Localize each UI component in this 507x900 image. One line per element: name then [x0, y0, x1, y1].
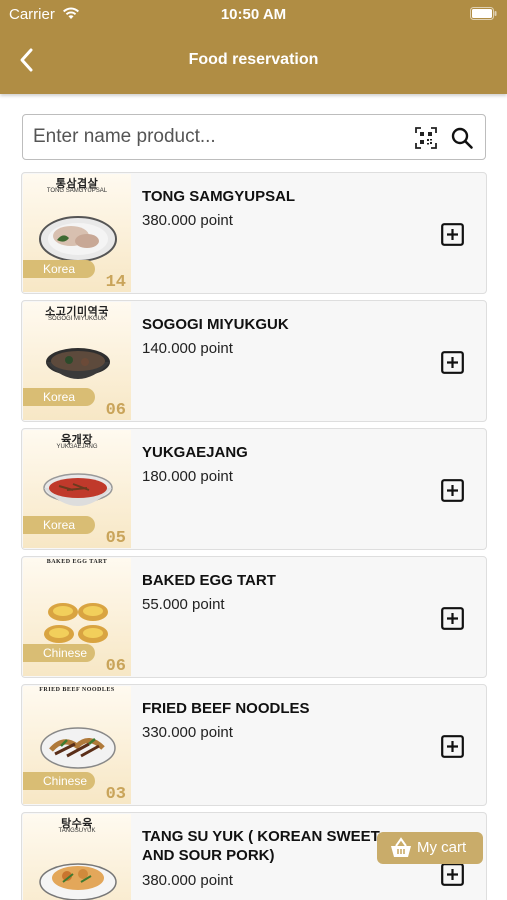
image-number: 14	[105, 273, 126, 292]
product-name: FRIED BEEF NOODLES	[142, 700, 310, 717]
product-image: 소고기미역국 SOGOGI MIYUKGUK Korea 06	[23, 302, 131, 420]
status-time: 10:50 AM	[220, 6, 287, 23]
product-card[interactable]: 통삼겹살 TONG SAMGYUPSAL Korea 14 TONG SAMGY…	[21, 172, 487, 294]
product-image: BAKED EGG TART Chinese 06	[23, 558, 131, 676]
dish-image-icon	[40, 727, 116, 769]
add-to-cart-icon[interactable]	[441, 351, 464, 374]
image-number: 03	[105, 785, 126, 804]
region-tag: Korea	[23, 388, 95, 406]
add-to-cart-icon[interactable]	[441, 735, 464, 758]
dish-image-icon	[39, 216, 117, 262]
product-name: TONG SAMGYUPSAL	[142, 188, 296, 205]
product-image: 통삼겹살 TONG SAMGYUPSAL Korea 14	[23, 174, 131, 292]
dish-image-icon	[43, 473, 113, 506]
image-title: BAKED EGG TART	[46, 559, 108, 565]
add-to-cart-icon[interactable]	[441, 479, 464, 502]
qr-scan-icon[interactable]	[415, 127, 437, 149]
search-icon[interactable]	[450, 126, 474, 150]
image-number: 06	[105, 401, 126, 420]
product-price: 380.000 point	[142, 872, 233, 889]
image-number: 06	[105, 657, 126, 676]
product-card[interactable]: 소고기미역국 SOGOGI MIYUKGUK Korea 06 SOGOGI M…	[21, 300, 487, 422]
add-to-cart-icon[interactable]	[441, 223, 464, 246]
dish-image-icon	[39, 863, 117, 900]
product-name: BAKED EGG TART	[142, 572, 276, 589]
region-tag: Chinese	[23, 772, 95, 790]
product-price: 140.000 point	[142, 340, 233, 357]
image-subtitle: TONG SAMGYUPSAL	[46, 188, 108, 194]
region-tag: Chinese	[23, 644, 95, 662]
page-title: Food reservation	[188, 51, 319, 68]
battery-icon	[470, 7, 497, 20]
image-number: 05	[105, 529, 126, 548]
image-subtitle: TANGSUYUK	[58, 828, 96, 834]
search-bar	[22, 114, 486, 160]
product-name: TANG SU YUK ( KOREAN SWEET AND SOUR PORK…	[142, 828, 380, 864]
product-price: 330.000 point	[142, 724, 233, 741]
add-to-cart-icon[interactable]	[441, 863, 464, 886]
image-title: FRIED BEEF NOODLES	[39, 687, 115, 693]
dish-image-icon	[46, 348, 110, 379]
image-subtitle: SOGOGI MIYUKGUK	[47, 316, 106, 322]
region-tag: Korea	[23, 260, 95, 278]
product-image: 탕수육 TANGSUYUK	[23, 814, 131, 900]
product-card[interactable]: FRIED BEEF NOODLES Chinese 03 FRIED BEEF…	[21, 684, 487, 806]
product-price: 55.000 point	[142, 596, 225, 613]
product-image: FRIED BEEF NOODLES Chinese 03	[23, 686, 131, 804]
dish-image-icon	[44, 603, 108, 643]
basket-icon	[391, 837, 411, 857]
add-to-cart-icon[interactable]	[441, 607, 464, 630]
my-cart-button[interactable]: My cart	[377, 832, 483, 864]
product-price: 180.000 point	[142, 468, 233, 485]
cart-label: My cart	[417, 839, 467, 856]
product-price: 380.000 point	[142, 212, 233, 229]
product-image: 육개장 YUKGAEJANG Korea 05	[23, 430, 131, 548]
image-subtitle: YUKGAEJANG	[56, 444, 98, 450]
region-tag: Korea	[23, 516, 95, 534]
product-card[interactable]: BAKED EGG TART Chinese 06 BAKED EGG TART…	[21, 556, 487, 678]
product-card[interactable]: 육개장 YUKGAEJANG Korea 05 YUKGAEJANG 180.0…	[21, 428, 487, 550]
product-name: SOGOGI MIYUKGUK	[142, 316, 289, 333]
status-bar: Carrier 10:50 AM	[0, 0, 507, 28]
search-input[interactable]	[33, 115, 403, 159]
app-header: Carrier 10:50 AM Food reservation	[0, 0, 507, 94]
product-name: YUKGAEJANG	[142, 444, 248, 461]
